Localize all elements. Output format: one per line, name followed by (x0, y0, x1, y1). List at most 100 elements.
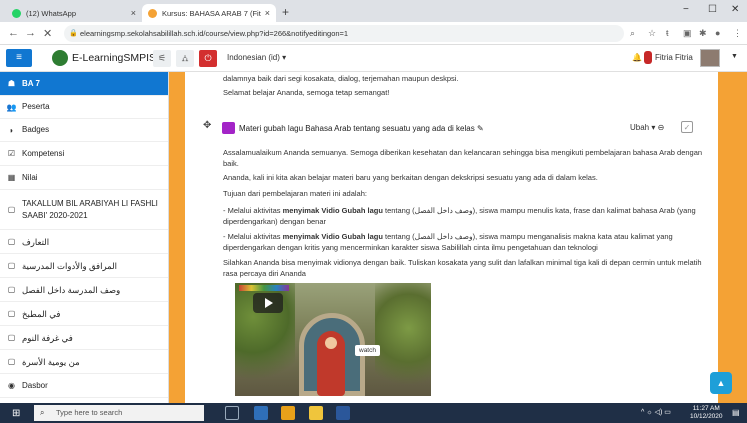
drawer-item-section-3[interactable]: ▢ وصف المدرسة داخل الفصل (0, 278, 168, 302)
whatsapp-icon (12, 8, 21, 18)
word-icon[interactable] (336, 406, 350, 420)
drawer-item-label: وصف المدرسة داخل الفصل (22, 284, 121, 295)
graduation-cap-icon: ☗ (7, 79, 16, 88)
drawer-item-nilai[interactable]: ▦ Nilai (0, 166, 168, 190)
browser-tab-kursus[interactable]: Kursus: BAHASA ARAB 7 (Fitria... × (142, 4, 276, 22)
folder-icon: ▢ (7, 357, 16, 366)
text: - Melalui aktivitas (223, 232, 283, 241)
new-tab-button[interactable]: + (282, 5, 289, 19)
drawer-item-label: Peserta (22, 102, 50, 111)
drawer-item-course-home[interactable]: ☗ BA 7 (0, 72, 168, 96)
address-bar-row: ← → ✕ 🔒 elearningsmp.sekolahsabilillah.s… (0, 22, 747, 45)
video-face (325, 337, 337, 349)
extension-icon[interactable]: ▣ (683, 28, 692, 39)
play-button-icon[interactable] (253, 293, 283, 313)
drawer-item-peserta[interactable]: 👥 Peserta (0, 96, 168, 119)
video-banner (239, 285, 289, 291)
stop-icon[interactable]: ✕ (43, 27, 52, 40)
drawer-item-badges[interactable]: ◗ Badges (0, 119, 168, 142)
objective-item: - Melalui aktivitas menyimak Vidio Gubah… (223, 206, 703, 227)
drawer-toggle-button[interactable]: ≡ (6, 49, 32, 67)
drawer-item-section-takallum[interactable]: ▢ TAKALLUM BIL ARABIYAH LI FASHLI SAABI'… (0, 190, 168, 230)
folder-icon: ▢ (7, 333, 16, 342)
drawer-item-label: التعارف (22, 236, 50, 247)
chrome-icon[interactable] (281, 406, 295, 420)
star-icon[interactable]: ☆ (648, 28, 656, 39)
pencil-icon[interactable]: ✎ (477, 124, 484, 133)
drawer-item-label: في المطبخ (22, 308, 61, 319)
moodle-icon (148, 8, 157, 18)
tab-close-icon[interactable]: × (265, 8, 270, 18)
settings-sliders-icon[interactable]: ⚟ (153, 50, 171, 67)
embedded-video[interactable]: watch (235, 283, 431, 396)
browser-tab-strip: (12) WhatsApp × Kursus: BAHASA ARAB 7 (F… (0, 0, 747, 22)
forward-icon[interactable]: → (25, 27, 36, 39)
task-view-icon[interactable] (225, 406, 239, 420)
drawer-item-kompetensi[interactable]: ☑ Kompetensi (0, 142, 168, 166)
search-icon: ⌕ (40, 408, 45, 417)
drawer-item-section-4[interactable]: ▢ في المطبخ (0, 302, 168, 326)
edit-menu[interactable]: Ubah ▾ ⊖ (630, 123, 664, 132)
site-header: ≡ E-LearningSMPIS ⚟ ⛼ ⏻ Indonesian (id) … (0, 45, 747, 72)
url-text: elearningsmp.sekolahsabilillah.sch.id/co… (80, 29, 349, 38)
windows-start-icon[interactable]: ⊞ (12, 408, 20, 419)
site-logo[interactable] (52, 50, 68, 66)
watch-label[interactable]: watch (355, 345, 380, 356)
taskbar-clock[interactable]: 11:27 AM 10/12/2020 (690, 405, 723, 421)
tab-close-icon[interactable]: × (131, 8, 136, 18)
paragraph: Silahkan Ananda bisa menyimak vidionya d… (223, 258, 702, 278)
section-summary-text: dalamnya baik dari segi kosakata, dialog… (223, 74, 459, 83)
completion-checkbox[interactable]: ✓ (681, 121, 693, 133)
bell-icon[interactable]: 🔔 (632, 53, 642, 62)
language-selector[interactable]: Indonesian (id) ▾ (227, 53, 286, 62)
drawer-item-section-1[interactable]: ▢ التعارف (0, 230, 168, 254)
time: 11:27 AM (692, 405, 720, 412)
bold-text: menyimak Vidio Gubah lagu (282, 232, 383, 241)
course-content: dalamnya baik dari segi kosakata, dialog… (197, 72, 713, 403)
user-name[interactable]: Fitria Fitria (655, 53, 693, 62)
scroll-to-top-button[interactable]: ▲ (710, 372, 732, 394)
avatar[interactable] (700, 49, 720, 67)
maximize-button[interactable]: ☐ (708, 4, 717, 15)
extensions-puzzle-icon[interactable]: ✱ (699, 28, 707, 39)
user-icon[interactable]: ⊖ (658, 123, 665, 132)
back-icon[interactable]: ← (8, 27, 19, 39)
chevron-down-icon[interactable]: ▼ (731, 53, 738, 60)
drawer-item-dasbor[interactable]: ◉ Dasbor (0, 374, 168, 398)
activity-title[interactable]: Materi gubah lagu Bahasa Arab tentang se… (239, 124, 484, 133)
page-activity-icon (222, 122, 235, 134)
paragraph: Tujuan dari pembelajaran materi ini adal… (223, 189, 367, 198)
minimize-button[interactable]: − (683, 4, 689, 15)
close-window-button[interactable]: ✕ (731, 4, 739, 15)
drawer-item-label: BA 7 (22, 78, 40, 88)
bold-text: menyimak Vidio Gubah lagu (282, 206, 383, 215)
zoom-icon[interactable]: ⌕ (630, 28, 635, 39)
power-icon[interactable]: ⏻ (199, 50, 217, 67)
move-icon[interactable]: ✥ (203, 120, 211, 131)
system-tray-icons[interactable]: ^ ☼ ◁) ▭ (641, 408, 671, 416)
course-theme-border (718, 72, 747, 403)
url-field[interactable]: 🔒 elearningsmp.sekolahsabilillah.sch.id/… (64, 25, 624, 42)
site-name[interactable]: E-LearningSMPIS (72, 52, 156, 64)
users-icon: 👥 (6, 102, 17, 112)
drawer-item-section-2[interactable]: ▢ المرافق والأدوات المدرسية (0, 254, 168, 278)
taskbar-search-input[interactable]: ⌕ Type here to search (34, 405, 204, 421)
browser-menu-icon[interactable]: ⋮ (733, 28, 742, 39)
shield-icon: ◗ (9, 125, 14, 135)
drawer-item-label: من يومية الأسرة (22, 356, 80, 367)
drawer-item-section-5[interactable]: ▢ في غرفة النوم (0, 326, 168, 350)
drawer-item-label: Nilai (22, 172, 38, 182)
folder-icon: ▢ (7, 309, 16, 318)
sitemap-icon[interactable]: ⛼ (176, 50, 194, 67)
drawer-item-section-6[interactable]: ▢ من يومية الأسرة (0, 350, 168, 374)
profile-icon[interactable]: ● (715, 28, 720, 38)
user-badge-icon (644, 51, 652, 64)
edge-icon[interactable] (254, 406, 268, 420)
file-explorer-icon[interactable] (309, 406, 323, 420)
extension-icon[interactable]: ŧ (666, 28, 669, 38)
notification-icon[interactable]: ▤ (732, 408, 740, 417)
drawer-item-label: المرافق والأدوات المدرسية (22, 260, 118, 271)
drawer-item-label: Kompetensi (22, 148, 65, 158)
drawer-item-label: Badges (22, 125, 50, 134)
browser-tab-whatsapp[interactable]: (12) WhatsApp × (6, 4, 142, 22)
